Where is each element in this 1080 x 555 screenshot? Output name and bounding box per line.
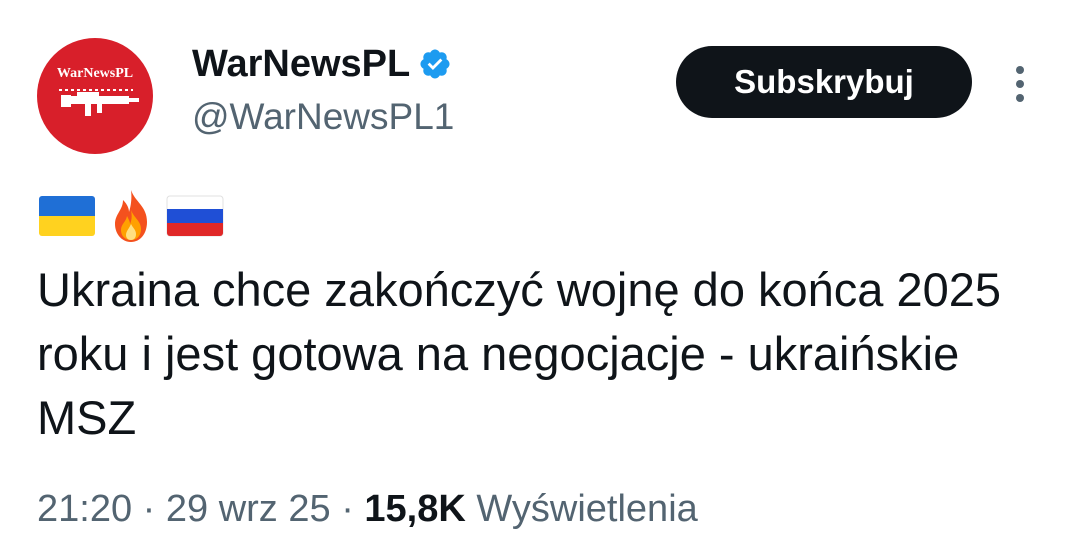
rifle-icon: [59, 89, 139, 116]
avatar[interactable]: WarNewsPL: [37, 38, 153, 154]
views-count[interactable]: 15,8K: [364, 488, 465, 530]
subscribe-button[interactable]: Subskrybuj: [676, 46, 972, 118]
russia-flag-icon: [166, 195, 224, 237]
tweet: WarNewsPL WarNewsPL @WarNewsPL1 Subskryb…: [0, 0, 1080, 555]
tweet-date[interactable]: 29 wrz 25: [166, 488, 331, 530]
author-display-name[interactable]: WarNewsPL: [192, 40, 410, 88]
more-vertical-icon[interactable]: [1010, 64, 1030, 104]
tweet-meta: 21:20 · 29 wrz 25 · 15,8K Wyświetlenia: [37, 484, 698, 534]
meta-separator: ·: [341, 488, 354, 530]
meta-separator: ·: [142, 488, 156, 530]
author-handle[interactable]: @WarNewsPL1: [192, 94, 454, 140]
author-name-row[interactable]: WarNewsPL: [192, 40, 452, 88]
tweet-text: Ukraina chce zakończyć wojnę do końca 20…: [37, 263, 1002, 444]
ukraine-flag-icon: [39, 196, 95, 236]
tweet-time[interactable]: 21:20: [37, 488, 132, 530]
views-label[interactable]: Wyświetlenia: [476, 488, 697, 530]
verified-badge-icon: [420, 49, 450, 79]
fire-icon: [115, 190, 147, 242]
